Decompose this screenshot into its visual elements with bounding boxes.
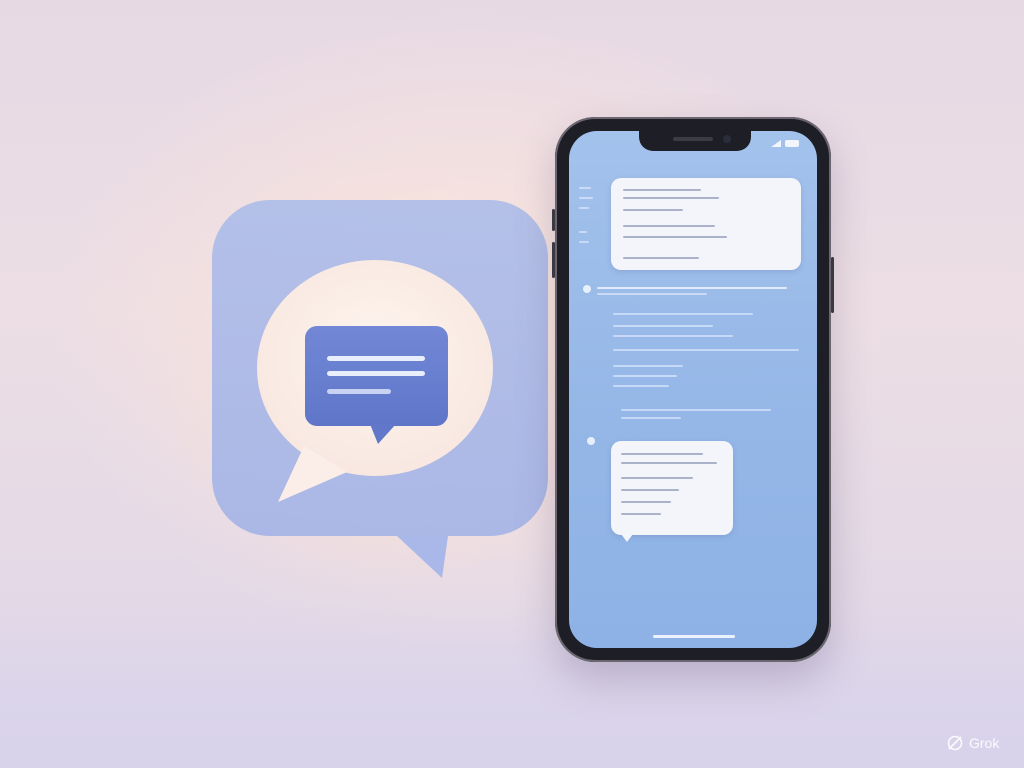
- avatar-icon: [587, 437, 595, 445]
- message-text-line: [613, 335, 733, 337]
- volume-down-button: [552, 242, 555, 278]
- message-text-line: [623, 189, 701, 191]
- message-text-line: [621, 477, 693, 479]
- message-text-line: [623, 236, 727, 238]
- message-text-line: [621, 409, 771, 411]
- message-text-line: [621, 501, 671, 503]
- message-text-line: [613, 385, 669, 387]
- signal-icon: [771, 140, 781, 147]
- avatar-icon: [583, 285, 591, 293]
- watermark: Grok: [946, 733, 999, 753]
- sidebar-text-line: [579, 207, 589, 209]
- smartphone: [552, 117, 834, 662]
- watermark-label: Grok: [969, 735, 1000, 751]
- home-indicator[interactable]: [653, 635, 735, 638]
- message-text-line: [623, 209, 683, 211]
- floor-shadow: [0, 600, 1024, 768]
- volume-up-button: [552, 209, 555, 231]
- grok-logo-icon: [947, 735, 963, 751]
- message-header-line: [597, 287, 787, 289]
- power-button: [831, 257, 834, 313]
- message-text-line: [613, 365, 683, 367]
- message-text-line: [621, 513, 661, 515]
- message-text-line: [621, 417, 681, 419]
- message-header-line: [597, 293, 707, 295]
- message-text-line: [613, 325, 713, 327]
- message-text-line: [623, 257, 699, 259]
- message-text-line: [621, 453, 703, 455]
- sidebar-text-line: [579, 187, 591, 189]
- status-icons: [771, 140, 799, 147]
- message-bubble-incoming[interactable]: [611, 178, 801, 270]
- message-text-line: [613, 375, 677, 377]
- message-bubble-incoming[interactable]: [611, 441, 733, 535]
- phone-screen: [569, 131, 817, 648]
- camera-icon: [723, 135, 731, 143]
- message-text-line: [621, 462, 717, 464]
- message-text-line: [613, 313, 753, 315]
- message-text-line: [623, 225, 715, 227]
- sidebar-text-line: [579, 231, 587, 233]
- chat-app-icon: [212, 200, 548, 578]
- message-text-line: [623, 197, 719, 199]
- message-text-line: [621, 489, 679, 491]
- sidebar-text-line: [579, 197, 593, 199]
- chat-bubble-icon: [212, 200, 548, 578]
- battery-icon: [785, 140, 799, 147]
- sidebar-text-line: [579, 241, 589, 243]
- message-bubble-tail: [621, 534, 633, 542]
- notch: [639, 131, 751, 151]
- speaker-grille: [673, 137, 713, 141]
- message-text-line: [613, 349, 799, 351]
